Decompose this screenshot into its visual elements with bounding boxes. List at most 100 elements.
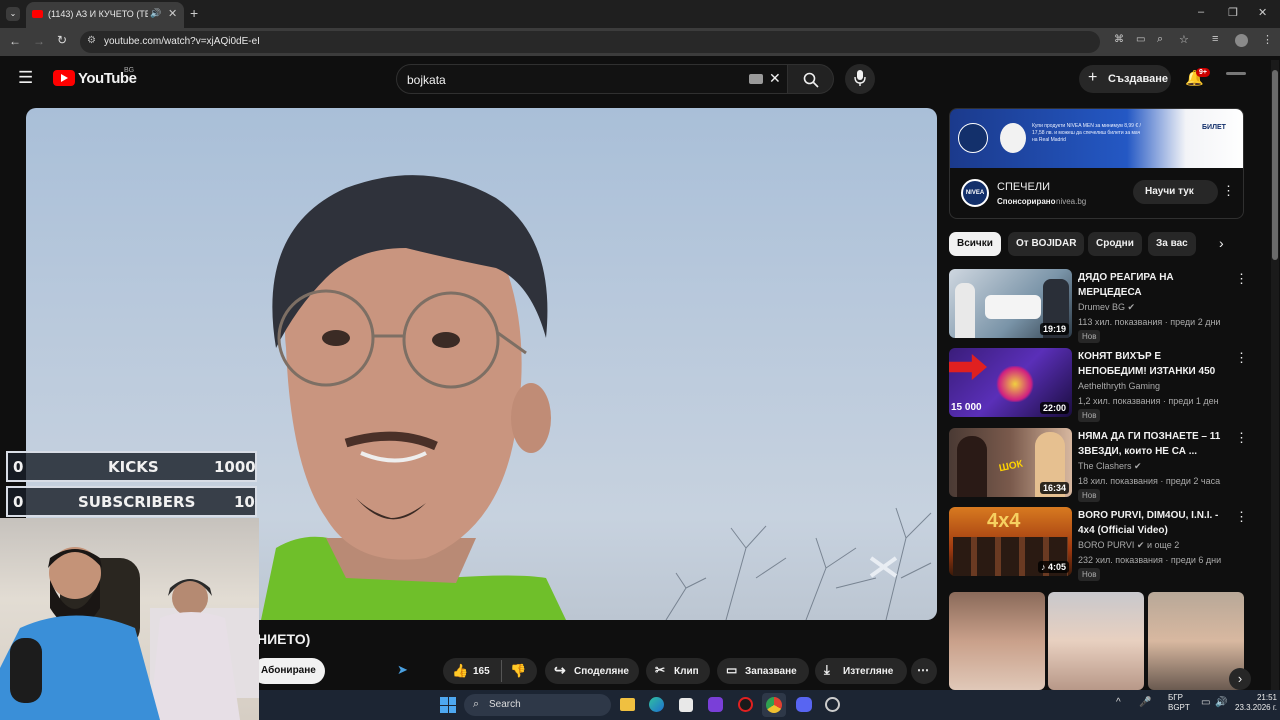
clip-button[interactable]: ✂ Клип [646,658,710,684]
store-icon[interactable] [679,698,693,712]
tab-search-button[interactable]: ⌄ [6,7,20,21]
shorts-next-icon[interactable]: › [1229,668,1251,690]
close-window-button[interactable]: ✕ [1258,6,1267,19]
scissors-icon: ✂ [655,663,666,677]
channel-name: Drumev BG [1078,302,1126,312]
clock-time: 21:51 [1256,693,1277,702]
search-input[interactable]: bojkata ✕ [396,64,788,94]
recording-app-icon[interactable] [738,697,753,712]
bookmark-star-icon[interactable]: ☆ [1179,33,1189,46]
chip-scroll-right-icon[interactable]: › [1219,235,1224,251]
cast-icon[interactable]: ▭ [1136,34,1145,45]
ad-more-icon[interactable]: ⋮ [1222,183,1235,199]
edge-browser-icon[interactable] [649,697,664,712]
voice-search-button[interactable] [845,64,875,94]
chrome-taskbar-button[interactable] [762,693,786,717]
chip-related[interactable]: Сродни [1088,232,1142,256]
download-button[interactable]: ⤓ Изтегляне [815,658,907,684]
like-button[interactable]: 👍 [452,663,468,679]
video-meta: 113 хил. показвания · преди 2 дни [1078,317,1221,327]
video-channel[interactable]: Drumev BG ✔ [1078,302,1135,313]
restore-button[interactable]: ❐ [1228,6,1238,19]
video-thumbnail[interactable]: ШОК 16:34 [949,428,1072,497]
play-triangle-icon [61,74,68,82]
back-arrow-icon[interactable]: ← [9,34,21,48]
forward-arrow-icon[interactable]: → [33,34,45,48]
address-bar[interactable]: ⚙ youtube.com/watch?v=xjAQi0dE-eI [80,31,1100,53]
video-title[interactable]: ДЯДО РЕАГИРА НА МЕРЦЕДЕСА [1078,270,1228,300]
recommended-video[interactable]: 4x4 ♪ 4:05 BORO PURVI, DIM4OU, I.N.I. - … [949,507,1248,581]
channel-name[interactable]: Aethelthryth Gaming [1078,381,1160,391]
translate-icon[interactable]: ⌘ [1114,34,1124,45]
keyboard-icon[interactable] [749,74,763,84]
chrome-menu-icon[interactable]: ⋮ [1262,33,1273,46]
app-icon[interactable] [825,697,840,712]
ad-banner[interactable]: Купи продукти NIVEA MEN за минимум 8,99 … [950,109,1243,168]
scrollbar-thumb[interactable] [1272,70,1278,260]
short-thumbnail[interactable] [1048,592,1144,690]
clock[interactable]: 21:51 23.3.2026 г. [1225,693,1277,713]
reload-icon[interactable]: ↻ [57,33,67,47]
video-title[interactable]: КОНЯТ ВИХЪР Е НЕПОБЕДИМ! ИЗТАНКИ 450 000… [1078,349,1228,379]
short-thumbnail[interactable] [949,592,1045,690]
ad-cta-button[interactable]: Научи тук [1133,180,1218,204]
chip-for-you[interactable]: За вас [1148,232,1196,256]
chip-from-channel[interactable]: От BOJIDAR [1008,232,1085,256]
site-info-icon[interactable]: ⚙ [87,35,96,46]
new-tab-button[interactable]: + [190,5,198,21]
country-code: BG [124,67,135,74]
video-more-icon[interactable]: ⋮ [1235,430,1248,446]
app-icon[interactable] [708,697,723,712]
minimize-button[interactable]: – [1198,6,1204,18]
more-horizontal-icon: ⋯ [917,663,929,677]
search-icon [803,72,819,88]
start-windows-icon[interactable] [440,697,456,713]
thumbnail-title-text: 4x4 [987,510,1021,532]
zoom-icon[interactable]: ⌕ [1157,33,1163,46]
create-button[interactable]: + Създаване [1079,65,1171,93]
audio-playing-icon[interactable]: 🔊 [150,8,161,19]
discord-icon[interactable] [796,697,812,712]
tray-overflow-icon[interactable]: ^ [1116,697,1121,708]
view-count: 113 хил. показвания [1078,317,1163,327]
recommended-video[interactable]: 15 000 22:00 КОНЯТ ВИХЪР Е НЕПОБЕДИМ! ИЗ… [949,348,1248,422]
video-thumbnail[interactable]: 4x4 ♪ 4:05 [949,507,1072,576]
taskbar-search-box[interactable]: ⌕ Search [464,694,611,716]
share-icon: ↪ [554,662,566,678]
hamburger-menu-icon[interactable]: ☰ [18,68,33,88]
plus-icon: + [1088,69,1098,86]
like-count: 165 [473,666,490,677]
video-title[interactable]: BORO PURVI, DIM4OU, I.N.I. - 4x4 (Offici… [1078,508,1228,538]
microphone-tray-icon[interactable]: 🎤 [1139,697,1151,708]
video-thumbnail[interactable]: 15 000 22:00 [949,348,1072,417]
video-channel[interactable]: The Clashers ✔ [1078,461,1142,472]
network-icon[interactable]: ▭ [1201,697,1210,708]
page-scrollbar[interactable] [1271,60,1279,690]
video-more-icon[interactable]: ⋮ [1235,350,1248,366]
recommended-video[interactable]: ШОК 16:34 НЯМА ДА ГИ ПОЗНАЕТЕ – 11 ЗВЕЗД… [949,428,1248,502]
close-tab-icon[interactable]: ✕ [168,7,177,20]
video-more-icon[interactable]: ⋮ [1235,509,1248,525]
like-dislike-group: 👍 165 👎 [443,658,537,684]
extensions-icon[interactable]: ≡ [1212,33,1218,45]
browser-tab[interactable]: (1143) АЗ И КУЧЕТО (ТЕГЛ... 🔊 ✕ [26,2,184,28]
recommended-video[interactable]: 19:19 ДЯДО РЕАГИРА НА МЕРЦЕДЕСА Drumev B… [949,269,1248,343]
video-title[interactable]: НЯМА ДА ГИ ПОЗНАЕТЕ – 11 ЗВЕЗДИ, които Н… [1078,429,1228,459]
video-channel[interactable]: BORO PURVI ✔ и още 2 [1078,540,1179,551]
language-indicator[interactable]: БГР BGPT [1168,693,1190,713]
video-thumbnail[interactable]: 19:19 [949,269,1072,338]
channel-avatar[interactable] [1226,72,1246,75]
video-more-icon[interactable]: ⋮ [1235,271,1248,287]
share-button[interactable]: ↪ Споделяне [545,658,639,684]
youtube-logo-icon[interactable] [53,70,75,86]
chip-all[interactable]: Всички [949,232,1001,256]
dislike-button[interactable]: 👎 [510,663,526,679]
clear-search-icon[interactable]: ✕ [769,70,781,87]
subscribe-button[interactable]: Абониране [252,658,325,684]
file-explorer-icon[interactable] [620,698,635,711]
search-button[interactable] [788,64,834,94]
sponsored-ad-card[interactable]: Купи продукти NIVEA MEN за минимум 8,99 … [949,108,1244,219]
profile-avatar[interactable] [1235,34,1248,47]
more-actions-button[interactable]: ⋯ [911,658,937,684]
save-button[interactable]: ▭ Запазване [717,658,809,684]
